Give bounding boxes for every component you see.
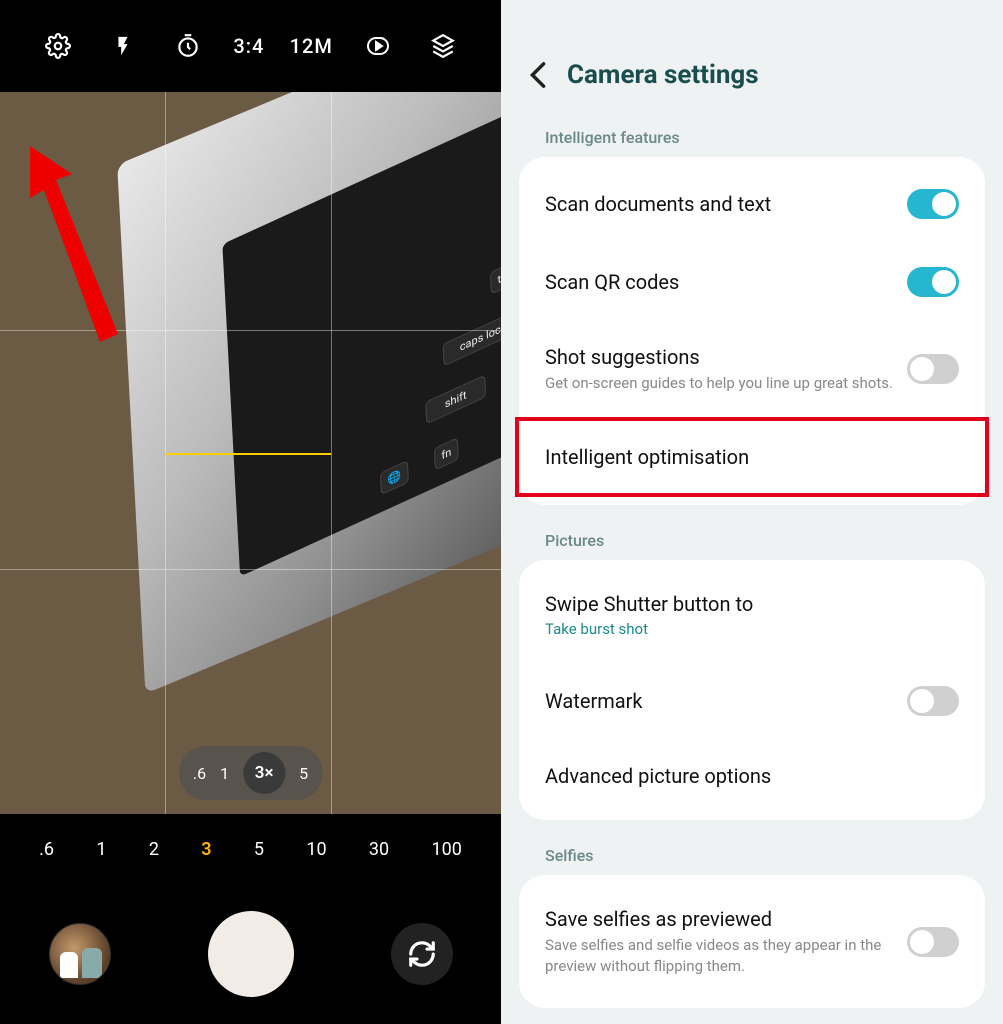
zoom-step[interactable]: 100 [431,839,461,860]
toggle-switch[interactable] [907,267,959,297]
setting-label: Shot suggestions [545,345,893,369]
motion-photo-icon[interactable] [358,26,398,66]
zoom-step[interactable]: 5 [254,839,264,860]
setting-label: Watermark [545,689,893,713]
page-title: Camera settings [567,60,759,90]
gallery-thumbnail[interactable] [49,923,111,985]
setting-subtitle: Get on-screen guides to help you line up… [545,373,893,393]
setting-advanced-picture[interactable]: Advanced picture options [519,740,985,812]
settings-card: Scan documents and text Scan QR codes Sh… [519,157,985,505]
flash-icon[interactable] [103,26,143,66]
settings-card: Swipe Shutter button to Take burst shot … [519,560,985,820]
grid-line [0,569,501,570]
back-icon[interactable] [529,61,547,89]
setting-watermark[interactable]: Watermark [519,662,985,740]
setting-subtitle: Save selfies and selfie videos as they a… [545,935,893,976]
setting-label: Advanced picture options [545,764,945,788]
gear-icon[interactable] [38,26,78,66]
camera-bottom-controls [0,884,501,1024]
setting-label: Intelligent optimisation [545,445,945,469]
setting-label: Scan QR codes [545,270,893,294]
section-label: Intelligent features [501,120,1003,157]
settings-card: Save selfies as previewed Save selfies a… [519,875,985,1008]
level-indicator [165,453,330,455]
toggle-switch[interactable] [907,354,959,384]
setting-scan-documents[interactable]: Scan documents and text [519,165,985,243]
setting-label: Scan documents and text [545,192,893,216]
camera-top-bar: 3:4 12M [0,0,501,92]
shutter-button[interactable] [208,911,294,997]
zoom-option[interactable]: 1 [220,764,229,783]
setting-label: Swipe Shutter button to [545,592,945,616]
resolution-button[interactable]: 12M [290,26,333,66]
setting-label: Save selfies as previewed [545,907,893,931]
setting-swipe-shutter[interactable]: Swipe Shutter button to Take burst shot [519,568,985,662]
setting-scan-qr[interactable]: Scan QR codes [519,243,985,321]
zoom-option[interactable]: .6 [193,764,206,783]
section-label: Selfies [501,838,1003,875]
zoom-pill[interactable]: .6 1 3× 5 [179,746,322,800]
aspect-ratio-button[interactable]: 3:4 [233,26,264,66]
camera-viewfinder[interactable]: tab caps lock shift fn 🌐 .6 1 3× 5 [0,92,501,814]
setting-shot-suggestions[interactable]: Shot suggestions Get on-screen guides to… [519,321,985,417]
zoom-scroll[interactable]: .6 1 2 3 5 10 30 100 [0,814,501,884]
zoom-step[interactable]: 1 [96,839,106,860]
zoom-option[interactable]: 5 [299,764,308,783]
toggle-switch[interactable] [907,927,959,957]
toggle-switch[interactable] [907,686,959,716]
zoom-option-active[interactable]: 3× [243,752,285,794]
zoom-step-selected[interactable]: 3 [201,839,211,860]
setting-intelligent-optimisation[interactable]: Intelligent optimisation [515,417,989,497]
switch-camera-button[interactable] [391,923,453,985]
filters-icon[interactable] [423,26,463,66]
zoom-step[interactable]: 30 [369,839,389,860]
setting-save-selfies[interactable]: Save selfies as previewed Save selfies a… [519,883,985,1000]
grid-line [331,92,332,814]
toggle-switch[interactable] [907,189,959,219]
zoom-step[interactable]: 2 [149,839,159,860]
zoom-step[interactable]: .6 [39,839,54,860]
timer-icon[interactable] [168,26,208,66]
settings-header: Camera settings [501,0,1003,120]
camera-screen: 3:4 12M tab caps lock shift fn 🌐 [0,0,501,1024]
zoom-step[interactable]: 10 [306,839,326,860]
settings-screen: Camera settings Intelligent features Sca… [501,0,1003,1024]
setting-value: Take burst shot [545,620,945,638]
section-label: Pictures [501,523,1003,560]
